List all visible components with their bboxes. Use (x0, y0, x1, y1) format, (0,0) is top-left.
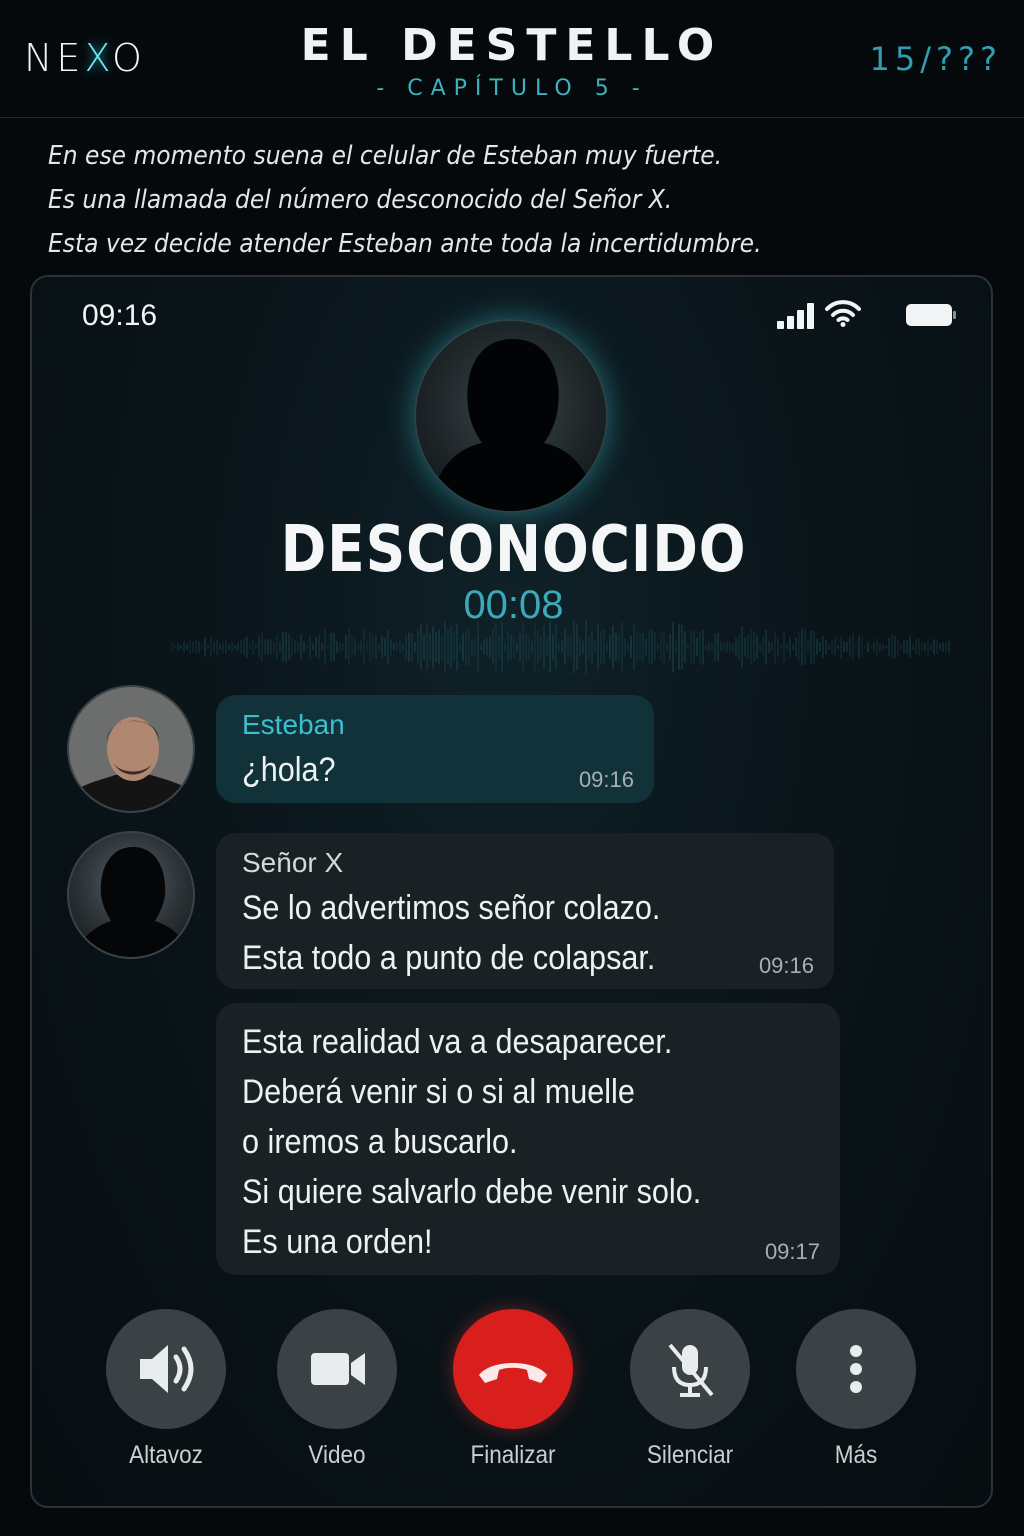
message-time: 09:17 (764, 1239, 820, 1264)
message-text: Esta realidad va a desaparecer. (242, 1023, 673, 1061)
audio-waveform (172, 619, 950, 675)
more-label: Más (834, 1441, 878, 1469)
hooded-figure-icon (426, 339, 600, 511)
message-text: Es una orden! (242, 1223, 433, 1261)
narration-text: En ese momento suena el celular de Esteb… (48, 134, 894, 266)
narration-line: Esta vez decide atender Esteban ante tod… (48, 229, 762, 259)
caller-avatar (414, 319, 608, 513)
hang-up-icon (479, 1363, 547, 1383)
video-camera-icon (311, 1353, 365, 1385)
more-options-icon (850, 1345, 862, 1393)
avatar-esteban (67, 685, 195, 813)
battery-icon (906, 304, 956, 326)
mute-label: Silenciar (646, 1441, 734, 1469)
video-control[interactable]: Video (276, 1309, 398, 1470)
message-bubble-senor-x-continued: Esta realidad va a desaparecer. Deberá v… (216, 1003, 840, 1275)
more-control[interactable]: Más (795, 1309, 917, 1470)
narration-line: En ese momento suena el celular de Esteb… (48, 141, 723, 171)
chapter-label: - CAPÍTULO 5 - (376, 76, 648, 101)
microphone-muted-icon (668, 1343, 714, 1397)
message-bubble-senor-x: Señor X Se lo advertimos señor colazo. E… (216, 833, 834, 989)
phone-screen: 09:16 DESCONOCIDO 00:08 Esteban ¿hola? 0… (30, 275, 993, 1508)
status-time: 09:16 (82, 299, 158, 332)
message-text: Si quiere salvarlo debe venir solo. (242, 1173, 702, 1211)
video-label: Video (308, 1441, 366, 1469)
message-sender: Señor X (242, 847, 344, 878)
end-call-control[interactable]: Finalizar (452, 1309, 574, 1470)
avatar-senor-x (67, 831, 195, 959)
speaker-button[interactable] (106, 1309, 226, 1429)
end-call-label: Finalizar (470, 1441, 556, 1469)
signal-icon (777, 303, 819, 329)
message-sender: Esteban (242, 709, 345, 740)
caller-name: DESCONOCIDO (280, 513, 747, 587)
more-button[interactable] (796, 1309, 916, 1429)
mute-button[interactable] (630, 1309, 750, 1429)
message-text: Se lo advertimos señor colazo. (242, 889, 661, 927)
message-text: o iremos a buscarlo. (242, 1123, 518, 1161)
speaker-label: Altavoz (129, 1441, 203, 1469)
video-button[interactable] (277, 1309, 397, 1429)
narration-line: Es una llamada del número desconocido de… (48, 185, 673, 215)
page-counter: 15/??? (869, 40, 1002, 78)
header: NEXO EL DESTELLO - CAPÍTULO 5 - 15/??? (0, 0, 1024, 118)
speaker-icon (140, 1345, 194, 1393)
message-text: ¿hola? (242, 751, 336, 789)
mute-control[interactable]: Silenciar (629, 1309, 751, 1470)
speaker-control[interactable]: Altavoz (105, 1309, 227, 1470)
message-time: 09:16 (758, 953, 814, 978)
message-time: 09:16 (578, 767, 634, 792)
wifi-icon (825, 300, 861, 327)
message-bubble-esteban: Esteban ¿hola? 09:16 (216, 695, 654, 803)
message-text: Esta todo a punto de colapsar. (242, 939, 656, 977)
end-call-button[interactable] (453, 1309, 573, 1429)
message-text: Deberá venir si o si al muelle (242, 1073, 635, 1111)
